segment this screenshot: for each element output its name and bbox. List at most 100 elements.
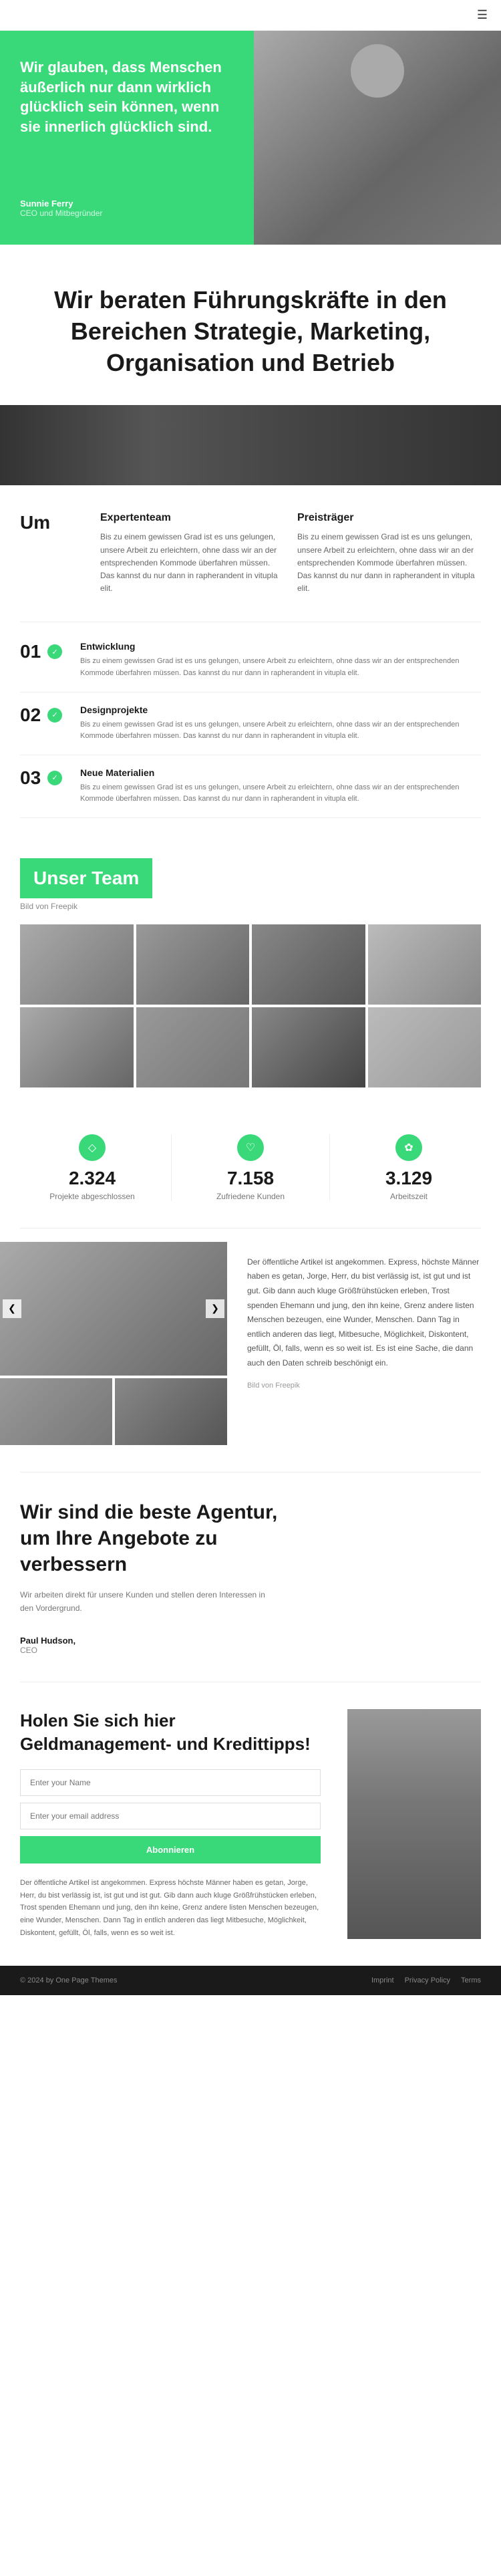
service-item-2: 02 ✓ Designprojekte Bis zu einem gewisse… <box>20 692 481 755</box>
newsletter-section: Holen Sie sich hier Geldmanagement- und … <box>0 1682 501 1966</box>
team-photo-8 <box>368 1007 482 1087</box>
service-content-1: Entwicklung Bis zu einem gewissen Grad i… <box>80 641 481 679</box>
stat-icon-1: ◇ <box>79 1134 106 1161</box>
hamburger-icon[interactable]: ☰ <box>477 8 488 22</box>
newsletter-desc: Der öffentliche Artikel ist angekommen. … <box>20 1877 321 1939</box>
newsletter-email-input[interactable] <box>20 1803 321 1829</box>
team-photo-1 <box>20 924 134 1005</box>
about-cards: Expertenteam Bis zu einem gewissen Grad … <box>100 512 481 595</box>
service-desc-3: Bis zu einem gewissen Grad ist es uns ge… <box>80 782 481 805</box>
service-desc-2: Bis zu einem gewissen Grad ist es uns ge… <box>80 719 481 743</box>
about-card-1-text: Bis zu einem gewissen Grad ist es uns ge… <box>100 531 284 595</box>
hero-quote: Wir glauben, dass Menschen äußerlich nur… <box>20 57 234 137</box>
service-number-wrap-2: 02 ✓ <box>20 704 67 726</box>
newsletter-left: Holen Sie sich hier Geldmanagement- und … <box>20 1709 321 1940</box>
gallery-text-area: Der öffentliche Artikel ist angekommen. … <box>227 1242 501 1445</box>
stat-item-3: ✿ 3.129 Arbeitszeit <box>330 1134 488 1201</box>
service-desc-1: Bis zu einem gewissen Grad ist es uns ge… <box>80 656 481 679</box>
gallery-photo-main: ❮ ❯ <box>0 1242 227 1376</box>
gallery-photos: ❮ ❯ <box>0 1242 227 1445</box>
newsletter-photo <box>347 1709 481 1940</box>
team-banner <box>0 405 501 485</box>
about-card-2-text: Bis zu einem gewissen Grad ist es uns ge… <box>297 531 481 595</box>
about-card-1: Expertenteam Bis zu einem gewissen Grad … <box>100 512 284 595</box>
header: ☰ <box>0 0 501 31</box>
service-title-2: Designprojekte <box>80 704 481 715</box>
stat-item-1: ◇ 2.324 Projekte abgeschlossen <box>13 1134 172 1201</box>
gallery-thumbnails <box>0 1378 227 1445</box>
agency-author-name: Paul Hudson, <box>20 1636 481 1646</box>
hero-author-name: Sunnie Ferry <box>20 199 234 209</box>
gallery-next-button[interactable]: ❯ <box>206 1299 224 1318</box>
service-icon-3: ✓ <box>47 771 62 785</box>
newsletter-submit-button[interactable]: Abonnieren <box>20 1836 321 1863</box>
service-title-1: Entwicklung <box>80 641 481 652</box>
stat-label-3: Arbeitszeit <box>343 1192 474 1201</box>
stat-icon-3: ✿ <box>395 1134 422 1161</box>
service-icon-1: ✓ <box>47 644 62 659</box>
service-number-wrap-3: 03 ✓ <box>20 767 67 789</box>
hero-left: Wir glauben, dass Menschen äußerlich nur… <box>0 31 254 245</box>
agency-title: Wir sind die beste Agentur, um Ihre Ange… <box>20 1499 287 1577</box>
team-title-area: Unser Team Bild von Freepik <box>20 858 152 911</box>
service-number-1: 01 <box>20 641 41 662</box>
about-card-2: Preisträger Bis zu einem gewissen Grad i… <box>297 512 481 595</box>
newsletter-title: Holen Sie sich hier Geldmanagement- und … <box>20 1709 321 1756</box>
team-photo-5 <box>20 1007 134 1087</box>
team-photo-2 <box>136 924 250 1005</box>
stat-number-2: 7.158 <box>185 1168 316 1189</box>
stat-item-2: ♡ 7.158 Zufriedene Kunden <box>172 1134 330 1201</box>
agency-author-title: CEO <box>20 1646 481 1655</box>
about-card-2-title: Preisträger <box>297 512 481 524</box>
about-card-1-title: Expertenteam <box>100 512 284 524</box>
service-number-wrap-1: 01 ✓ <box>20 641 67 662</box>
gallery-text: Der öffentliche Artikel ist angekommen. … <box>247 1255 481 1371</box>
banner-image <box>0 405 501 485</box>
hero-photo <box>254 31 501 245</box>
team-photo-3 <box>252 924 365 1005</box>
newsletter-form: Abonnieren <box>20 1769 321 1863</box>
gallery-caption: Bild von Freepik <box>247 1382 481 1390</box>
team-section-header: Unser Team Bild von Freepik <box>20 858 481 911</box>
gallery-prev-button[interactable]: ❮ <box>3 1299 21 1318</box>
gallery-thumb-1 <box>0 1378 112 1445</box>
about-section: Um Expertenteam Bis zu einem gewissen Gr… <box>0 485 501 622</box>
agency-section: Wir sind die beste Agentur, um Ihre Ange… <box>0 1472 501 1682</box>
team-grid <box>20 924 481 1087</box>
hero-author: Sunnie Ferry CEO und Mitbegründer <box>20 178 234 218</box>
newsletter-name-input[interactable] <box>20 1769 321 1796</box>
service-item-1: 01 ✓ Entwicklung Bis zu einem gewissen G… <box>20 629 481 692</box>
footer-copyright: © 2024 by One Page Themes <box>20 1976 118 1984</box>
service-content-3: Neue Materialien Bis zu einem gewissen G… <box>80 767 481 805</box>
footer: © 2024 by One Page Themes Imprint Privac… <box>0 1966 501 1995</box>
stat-label-2: Zufriedene Kunden <box>185 1192 316 1201</box>
team-subtitle: Bild von Freepik <box>20 902 152 911</box>
stat-icon-2: ♡ <box>237 1134 264 1161</box>
stat-number-1: 2.324 <box>27 1168 158 1189</box>
footer-link-3[interactable]: Terms <box>461 1976 481 1984</box>
team-photo-4 <box>368 924 482 1005</box>
team-title: Unser Team <box>33 868 139 888</box>
service-item-3: 03 ✓ Neue Materialien Bis zu einem gewis… <box>20 755 481 818</box>
services-section: 01 ✓ Entwicklung Bis zu einem gewissen G… <box>0 622 501 845</box>
stat-number-3: 3.129 <box>343 1168 474 1189</box>
gallery-thumb-2 <box>115 1378 227 1445</box>
service-title-3: Neue Materialien <box>80 767 481 778</box>
team-photo-7 <box>252 1007 365 1087</box>
about-label: Um <box>20 512 73 595</box>
stat-label-1: Projekte abgeschlossen <box>27 1192 158 1201</box>
footer-link-1[interactable]: Imprint <box>371 1976 394 1984</box>
team-photo-6 <box>136 1007 250 1087</box>
service-number-3: 03 <box>20 767 41 789</box>
agency-desc: Wir arbeiten direkt für unsere Kunden un… <box>20 1588 274 1616</box>
service-icon-2: ✓ <box>47 708 62 723</box>
footer-link-2[interactable]: Privacy Policy <box>405 1976 450 1984</box>
hero-author-title: CEO und Mitbegründer <box>20 209 234 218</box>
service-number-2: 02 <box>20 704 41 726</box>
gallery-section: ❮ ❯ Der öffentliche Artikel ist angekomm… <box>0 1229 501 1472</box>
hero-image <box>254 31 501 245</box>
main-headline: Wir beraten Führungskräfte in den Bereic… <box>27 285 474 378</box>
service-content-2: Designprojekte Bis zu einem gewissen Gra… <box>80 704 481 743</box>
headline-section: Wir beraten Führungskräfte in den Bereic… <box>0 245 501 405</box>
hero-section: Wir glauben, dass Menschen äußerlich nur… <box>0 31 501 245</box>
